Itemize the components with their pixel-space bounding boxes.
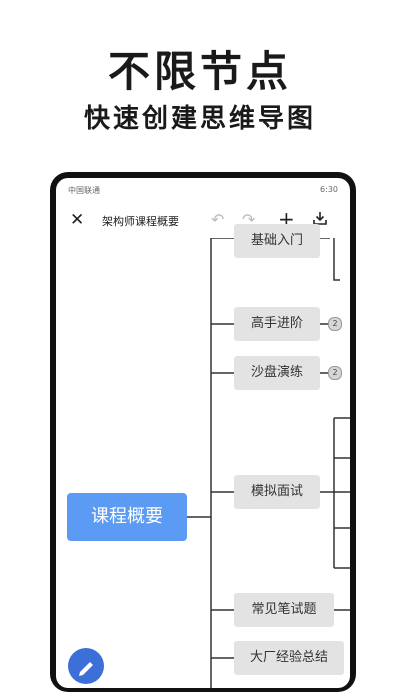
collapsed-count-badge[interactable]: 2 <box>328 366 342 380</box>
promo-headline: 不限节点 <box>107 47 292 96</box>
promo-subline: 快速创建思维导图 <box>83 104 316 134</box>
node-label: 沙盘演练 <box>250 365 303 380</box>
mindmap-node-interview[interactable]: 模拟面试 <box>234 475 320 509</box>
mindmap-node-basics[interactable]: 基础入门 <box>234 224 320 258</box>
mindmap-root-node[interactable]: 课程概要 <box>67 493 187 541</box>
mindmap-node-big-tech-experience[interactable]: 大厂经验总结 <box>234 641 344 675</box>
close-icon[interactable]: ✕ <box>70 210 84 230</box>
node-label: 大厂经验总结 <box>249 650 328 665</box>
status-bar: 中国联通 6:30 <box>56 178 350 200</box>
mindmap-node-advanced[interactable]: 高手进阶 <box>234 307 320 341</box>
document-title: 架构师课程概要 <box>102 215 179 228</box>
mindmap-node-sandbox[interactable]: 沙盘演练 <box>234 356 320 390</box>
undo-icon[interactable]: ↶ <box>211 210 224 229</box>
status-time: 6:30 <box>320 185 338 194</box>
phone-frame: 中国联通 6:30 ✕ 架构师课程概要 ↶ ↷ + 课程概要 基础入门 高手进阶… <box>50 172 356 692</box>
edit-fab-button[interactable] <box>68 648 104 684</box>
phone-screen: 中国联通 6:30 ✕ 架构师课程概要 ↶ ↷ + 课程概要 基础入门 高手进阶… <box>56 178 350 688</box>
mindmap-node-written-test[interactable]: 常见笔试题 <box>234 593 334 627</box>
mindmap-canvas[interactable]: 课程概要 基础入门 高手进阶 2 沙盘演练 2 模拟面试 常见笔试题 大厂经验总… <box>56 224 350 688</box>
pencil-icon <box>79 662 93 676</box>
node-label: 高手进阶 <box>250 316 303 331</box>
carrier-label: 中国联通 <box>68 186 100 195</box>
node-label: 常见笔试题 <box>251 602 317 617</box>
node-label: 模拟面试 <box>250 484 303 499</box>
node-label: 基础入门 <box>250 233 303 248</box>
collapsed-count-badge[interactable]: 2 <box>328 317 342 331</box>
